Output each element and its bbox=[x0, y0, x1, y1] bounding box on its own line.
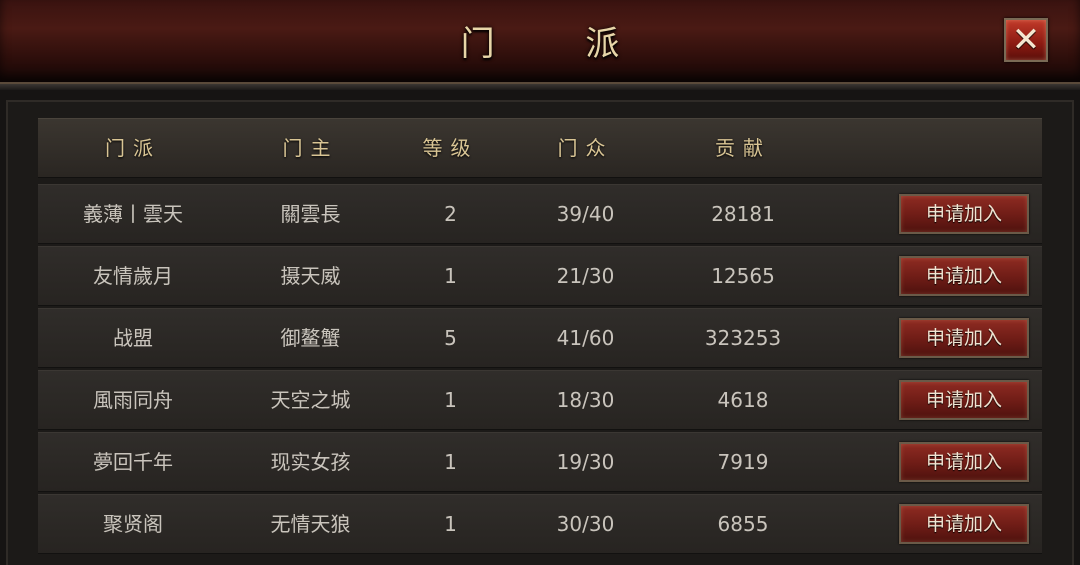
guild-name: 战盟 bbox=[113, 326, 153, 350]
guild-name: 夢回千年 bbox=[93, 450, 173, 474]
apply-join-button[interactable]: 申请加入 bbox=[899, 256, 1029, 296]
guild-level: 1 bbox=[444, 512, 457, 536]
guild-members: 30/30 bbox=[556, 512, 615, 536]
guild-leader: 现实女孩 bbox=[270, 450, 351, 474]
window-title: 门 派 bbox=[460, 24, 660, 64]
guild-contribution: 6855 bbox=[717, 512, 769, 536]
guild-members: 19/30 bbox=[556, 450, 615, 474]
guild-name: 友情歲月 bbox=[93, 264, 173, 288]
guild-leader: 御鳌蟹 bbox=[280, 326, 341, 350]
guild-name: 風雨同舟 bbox=[93, 388, 173, 412]
header-guild-name: 门派 bbox=[105, 136, 161, 160]
table-row: 義薄丨雲天 關雲長 2 39/40 28181 申请加入 bbox=[38, 184, 1042, 244]
table-row: 友情歲月 摄天威 1 21/30 12565 申请加入 bbox=[38, 246, 1042, 306]
apply-join-button[interactable]: 申请加入 bbox=[899, 442, 1029, 482]
guild-list-panel: 门派 门主 等级 门众 贡献 義薄丨雲天 關雲長 2 39/40 28181 申… bbox=[6, 100, 1074, 565]
apply-join-button[interactable]: 申请加入 bbox=[899, 194, 1029, 234]
apply-join-button[interactable]: 申请加入 bbox=[899, 380, 1029, 420]
guild-contribution: 323253 bbox=[704, 326, 782, 350]
header-level: 等级 bbox=[422, 136, 479, 160]
guild-members: 21/30 bbox=[556, 264, 615, 288]
guild-level: 1 bbox=[444, 388, 457, 412]
guild-level: 1 bbox=[444, 450, 457, 474]
guild-contribution: 12565 bbox=[711, 264, 775, 288]
guild-leader: 摄天威 bbox=[280, 264, 341, 288]
apply-join-button[interactable]: 申请加入 bbox=[899, 504, 1029, 544]
header-leader: 门主 bbox=[282, 136, 339, 160]
guild-name: 義薄丨雲天 bbox=[83, 202, 183, 226]
guild-contribution: 7919 bbox=[717, 450, 769, 474]
guild-leader: 天空之城 bbox=[270, 388, 351, 412]
guild-members: 18/30 bbox=[556, 388, 615, 412]
guild-contribution: 4618 bbox=[717, 388, 769, 412]
apply-join-button[interactable]: 申请加入 bbox=[899, 318, 1029, 358]
guild-members: 39/40 bbox=[556, 202, 615, 226]
close-icon: ✕ bbox=[1011, 20, 1041, 60]
guild-leader: 關雲長 bbox=[280, 202, 341, 226]
guild-window: 门 派 ✕ 门派 门主 等级 门众 贡献 義薄丨雲天 關雲長 2 39/40 2… bbox=[0, 0, 1080, 565]
table-row: 战盟 御鳌蟹 5 41/60 323253 申请加入 bbox=[38, 308, 1042, 368]
table-row: 夢回千年 现实女孩 1 19/30 7919 申请加入 bbox=[38, 432, 1042, 492]
guild-level: 5 bbox=[444, 326, 457, 350]
guild-level: 1 bbox=[444, 264, 457, 288]
close-button[interactable]: ✕ bbox=[1004, 18, 1048, 62]
header-members: 门众 bbox=[557, 136, 614, 160]
guild-level: 2 bbox=[444, 202, 457, 226]
guild-contribution: 28181 bbox=[711, 202, 775, 226]
guild-name: 聚贤阁 bbox=[103, 512, 163, 536]
title-bar: 门 派 ✕ bbox=[0, 0, 1080, 90]
table-row: 風雨同舟 天空之城 1 18/30 4618 申请加入 bbox=[38, 370, 1042, 430]
table-header: 门派 门主 等级 门众 贡献 bbox=[38, 118, 1042, 178]
guild-leader: 无情天狼 bbox=[270, 512, 351, 536]
table-row: 聚贤阁 无情天狼 1 30/30 6855 申请加入 bbox=[38, 494, 1042, 554]
guild-members: 41/60 bbox=[556, 326, 615, 350]
header-contribution: 贡献 bbox=[715, 136, 771, 160]
